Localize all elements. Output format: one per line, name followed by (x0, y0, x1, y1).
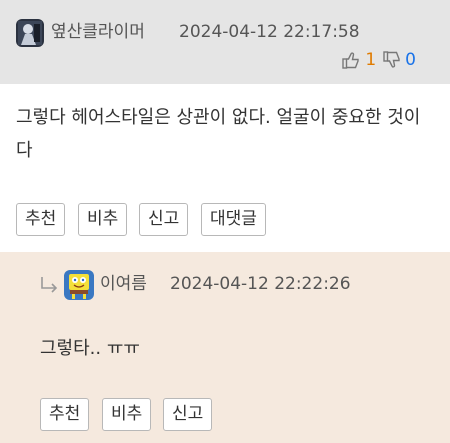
reply-recommend-button[interactable]: 추천 (40, 398, 90, 431)
reply-text: 그렇타.. ㅠㅠ (40, 338, 140, 359)
upvote-count: 1 (365, 50, 377, 70)
recommend-button[interactable]: 추천 (16, 203, 66, 236)
reply-arrow-icon (38, 274, 60, 296)
comment-timestamp: 2024-04-12 22:17:58 (179, 22, 360, 42)
report-button[interactable]: 신고 (139, 203, 189, 236)
reply-author-name[interactable]: 이여름 (100, 272, 147, 296)
reply-timestamp: 2024-04-12 22:22:26 (170, 274, 351, 294)
not-recommend-button[interactable]: 비추 (78, 203, 128, 236)
reply-author-avatar[interactable] (64, 270, 94, 300)
vote-counter: 1 0 (341, 48, 416, 72)
thumbs-up-icon[interactable] (341, 50, 361, 70)
reply-not-recommend-button[interactable]: 비추 (102, 398, 152, 431)
reply-button[interactable]: 대댓글 (201, 203, 266, 236)
comment-text: 그렇다 헤어스타일은 상관이 없다. 얼굴이 중요한 것이다 (16, 107, 421, 161)
reply-report-button[interactable]: 신고 (163, 398, 213, 431)
comment-author-name[interactable]: 옆산클라이머 (51, 20, 145, 44)
downvote-count: 0 (405, 50, 416, 70)
author-avatar[interactable] (16, 19, 44, 47)
thumbs-down-icon[interactable] (382, 50, 402, 70)
